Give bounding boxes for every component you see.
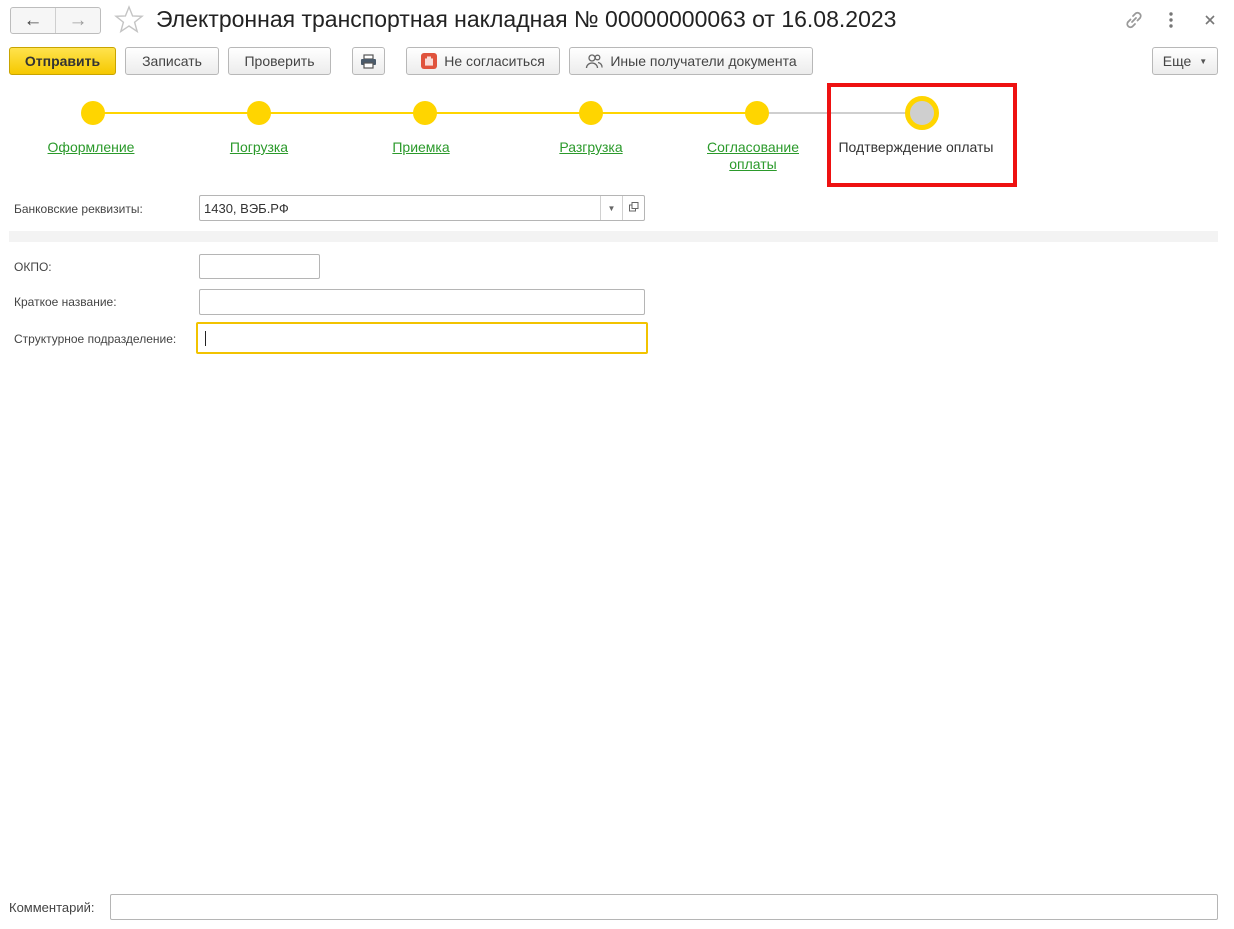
step-link-unloading[interactable]: Разгрузка bbox=[516, 139, 666, 156]
send-button[interactable]: Отправить bbox=[9, 47, 116, 75]
bank-details-dropdown[interactable]: ▼ bbox=[600, 196, 622, 220]
disagree-button[interactable]: Не согласиться bbox=[406, 47, 560, 75]
okpo-label: ОКПО: bbox=[14, 260, 52, 274]
other-recipients-button[interactable]: Иные получатели документа bbox=[569, 47, 813, 75]
step-dot-4 bbox=[579, 101, 603, 125]
bank-details-open[interactable] bbox=[622, 196, 644, 220]
link-icon[interactable] bbox=[1122, 8, 1146, 32]
short-name-label: Краткое название: bbox=[14, 295, 117, 309]
arrow-left-icon: ← bbox=[23, 10, 43, 31]
comment-label: Комментарий: bbox=[9, 900, 95, 915]
history-nav: ← → bbox=[10, 7, 101, 34]
favorite-star-icon[interactable] bbox=[113, 4, 145, 36]
step-link-payment-approval[interactable]: Согласование оплаты bbox=[678, 139, 828, 173]
bank-details-field: 1430, ВЭБ.РФ ▼ bbox=[199, 195, 645, 221]
step-dot-3 bbox=[413, 101, 437, 125]
division-label: Структурное подразделение: bbox=[14, 332, 177, 346]
disagree-label: Не согласиться bbox=[444, 53, 545, 69]
step-link-loading[interactable]: Погрузка bbox=[184, 139, 334, 156]
comment-input[interactable] bbox=[110, 894, 1218, 920]
other-recipients-label: Иные получатели документа bbox=[610, 53, 797, 69]
check-button[interactable]: Проверить bbox=[228, 47, 331, 75]
okpo-input[interactable] bbox=[199, 254, 320, 279]
save-button[interactable]: Записать bbox=[125, 47, 219, 75]
dropdown-arrow-icon: ▼ bbox=[607, 203, 616, 213]
more-button[interactable]: Еще ▼ bbox=[1152, 47, 1218, 75]
step-dot-1 bbox=[81, 101, 105, 125]
bank-details-input[interactable]: 1430, ВЭБ.РФ bbox=[200, 201, 600, 216]
open-form-icon bbox=[628, 202, 639, 214]
page-title: Электронная транспортная накладная № 000… bbox=[156, 6, 897, 32]
forward-button[interactable]: → bbox=[55, 8, 100, 33]
step-dot-2 bbox=[247, 101, 271, 125]
printer-icon bbox=[360, 53, 377, 69]
bank-details-label: Банковские реквизиты: bbox=[14, 202, 143, 216]
step-link-design[interactable]: Оформление bbox=[16, 139, 166, 156]
back-button[interactable]: ← bbox=[11, 8, 55, 33]
section-separator bbox=[9, 231, 1218, 242]
step-dot-5 bbox=[745, 101, 769, 125]
close-icon[interactable] bbox=[1198, 8, 1222, 32]
division-input[interactable] bbox=[196, 322, 648, 354]
highlight-frame bbox=[827, 83, 1017, 187]
text-cursor bbox=[205, 330, 206, 346]
more-vertical-icon[interactable] bbox=[1159, 8, 1183, 32]
more-label: Еще bbox=[1162, 53, 1192, 69]
arrow-right-icon: → bbox=[68, 10, 88, 31]
step-link-acceptance[interactable]: Приемка bbox=[346, 139, 496, 156]
users-icon bbox=[585, 53, 604, 69]
chevron-down-icon: ▼ bbox=[1199, 56, 1208, 66]
short-name-input[interactable] bbox=[199, 289, 645, 315]
stop-hand-icon bbox=[421, 53, 438, 69]
print-button[interactable] bbox=[352, 47, 385, 75]
